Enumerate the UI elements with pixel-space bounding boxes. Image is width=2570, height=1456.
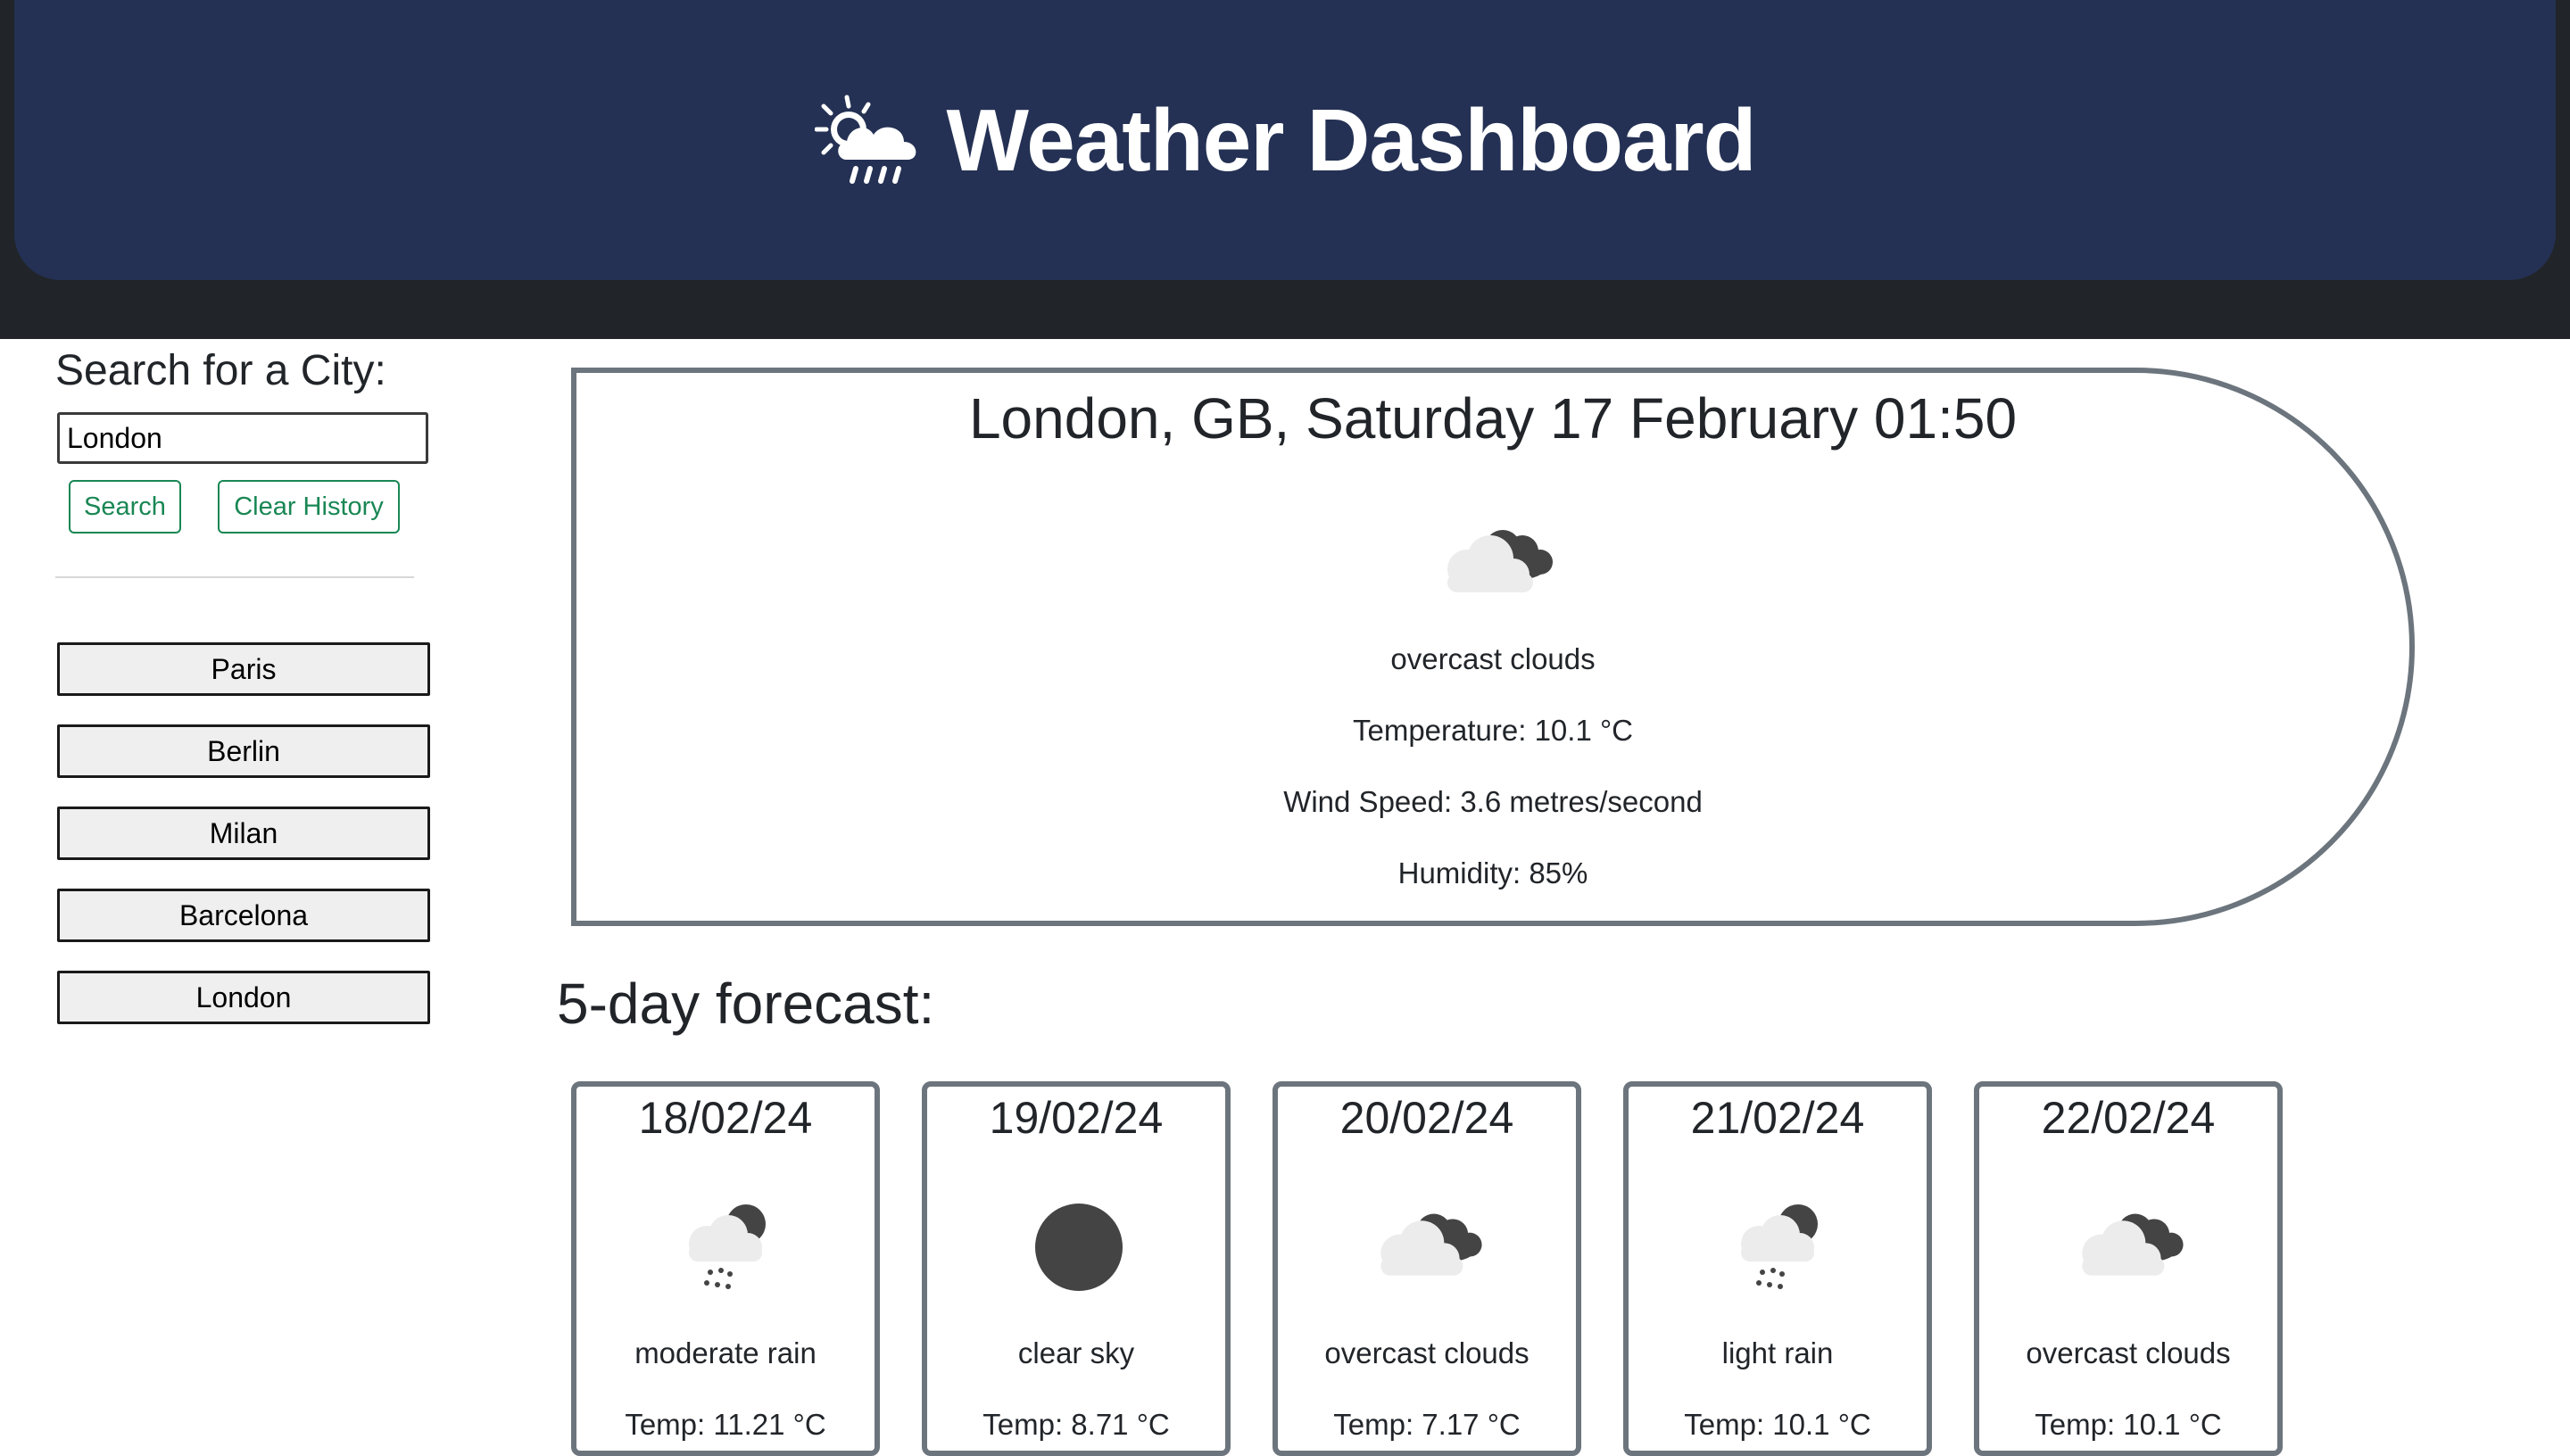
sun-cloud-rain-icon	[814, 95, 916, 184]
overcast-clouds-icon	[1447, 530, 1553, 592]
clear-sky-icon	[1035, 1204, 1123, 1291]
current-weather-card: London, GB, Saturday 17 February 01:50 o…	[571, 368, 2415, 926]
forecast-description: overcast clouds	[2026, 1336, 2231, 1369]
forecast-description: clear sky	[1017, 1336, 1135, 1369]
forecast-temperature: Temp: 11.21 °C	[625, 1408, 826, 1441]
history-city-button[interactable]: London	[57, 971, 430, 1024]
forecast-card: 20/02/24 overcast clouds Temp: 7.17 °C	[1273, 1081, 1581, 1456]
forecast-heading: 5-day forecast:	[557, 972, 935, 1036]
forecast-temperature: Temp: 10.1 °C	[2035, 1408, 2222, 1441]
current-wind-speed: Wind Speed: 3.6 metres/second	[1283, 785, 1703, 818]
forecast-description: moderate rain	[634, 1336, 817, 1369]
current-description: overcast clouds	[1390, 642, 1596, 675]
forecast-temperature: Temp: 7.17 °C	[1333, 1408, 1521, 1441]
search-label: Search for a City:	[55, 347, 386, 394]
forecast-date: 21/02/24	[1690, 1093, 1865, 1143]
history-city-button[interactable]: Milan	[57, 807, 430, 860]
forecast-card: 18/02/24 moderate rain Temp: 11.21 °C	[571, 1081, 880, 1456]
app-title-text: Weather Dashboard	[946, 90, 1757, 189]
app-title: Weather Dashboard	[814, 90, 1757, 191]
clear-history-button[interactable]: Clear History	[218, 480, 400, 534]
forecast-temperature: Temp: 10.1 °C	[1684, 1408, 1871, 1441]
forecast-date: 20/02/24	[1339, 1093, 1514, 1143]
rain-icon	[1741, 1204, 1818, 1289]
forecast-card: 22/02/24 overcast clouds Temp: 10.1 °C	[1974, 1081, 2283, 1456]
forecast-description: overcast clouds	[1324, 1336, 1530, 1369]
forecast-date: 18/02/24	[638, 1093, 813, 1143]
city-search-input[interactable]	[57, 412, 428, 464]
divider	[55, 576, 414, 578]
history-city-button[interactable]: Paris	[57, 642, 430, 696]
overcast-clouds-icon	[2082, 1213, 2184, 1276]
current-temperature: Temperature: 10.1 °C	[1352, 714, 1633, 747]
forecast-date: 22/02/24	[2041, 1093, 2216, 1143]
overcast-clouds-icon	[1380, 1213, 1482, 1276]
forecast-card: 21/02/24 light rain Temp: 10.1 °C	[1623, 1081, 1932, 1456]
rain-icon	[689, 1204, 766, 1289]
forecast-temperature: Temp: 8.71 °C	[982, 1408, 1170, 1441]
current-city-title: London, GB, Saturday 17 February 01:50	[968, 386, 2018, 451]
current-humidity: Humidity: 85%	[1397, 856, 1588, 889]
forecast-date: 19/02/24	[989, 1093, 1164, 1143]
history-city-button[interactable]: Barcelona	[57, 889, 430, 942]
search-button[interactable]: Search	[69, 480, 181, 534]
history-city-button[interactable]: Berlin	[57, 724, 430, 778]
page-header: Weather Dashboard	[14, 0, 2556, 280]
forecast-card: 19/02/24 clear sky Temp: 8.71 °C	[922, 1081, 1231, 1456]
forecast-description: light rain	[1721, 1336, 1834, 1369]
